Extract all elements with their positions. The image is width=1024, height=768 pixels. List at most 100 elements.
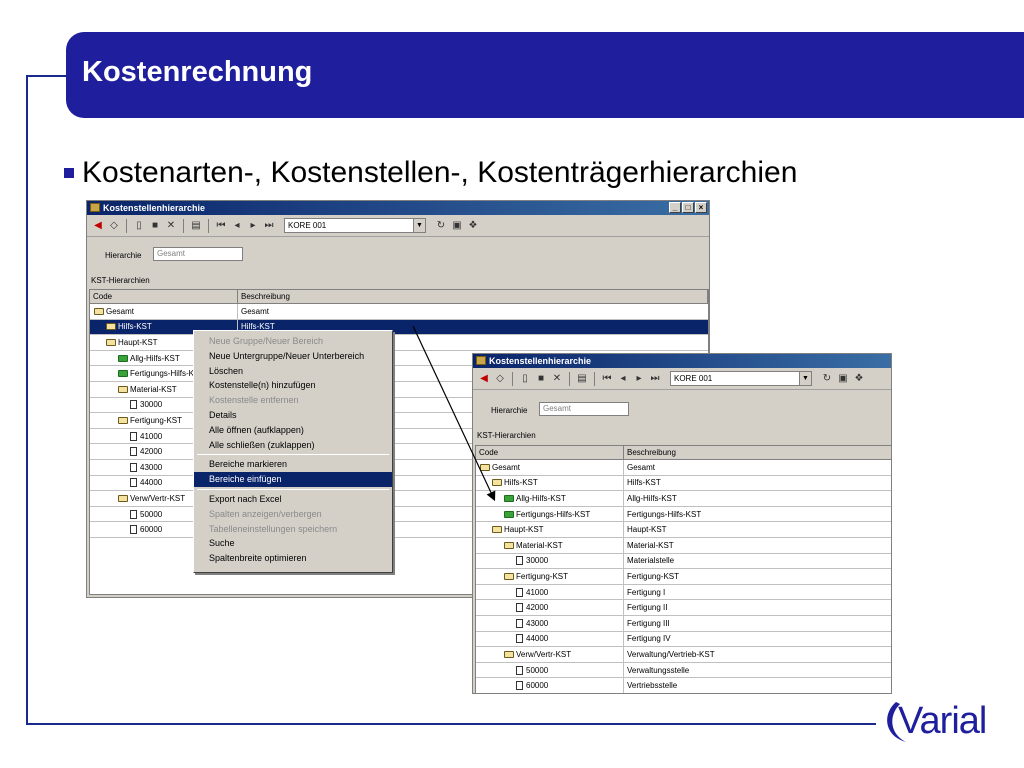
window-hierarchy-2: Kostenstellenhierarchie ◀ ◇ ▯ ■ ✕ ▤ ⏮ ◂ … <box>472 353 892 694</box>
cell-code-text: 42000 <box>140 447 163 457</box>
back-arrow-icon[interactable]: ◀ <box>91 219 105 233</box>
minimize-button[interactable]: _ <box>669 202 681 213</box>
delete-icon[interactable]: ✕ <box>164 219 178 233</box>
cell-description: Gesamt <box>627 462 656 472</box>
menu-item-add-cost-center[interactable]: Kostenstelle(n) hinzufügen <box>194 378 392 393</box>
toolbar: ◀ ◇ ▯ ■ ✕ ▤ ⏮ ◂ ▸ ⏭ KORE 001 ▼ ↻ ▣ ❖ <box>473 368 891 390</box>
eraser-icon[interactable]: ◇ <box>107 219 121 233</box>
grid-rows: Gesamt Gesamt Hilfs-KST Hilfs-KST Allg-Hilfs… <box>476 460 891 693</box>
refresh-icon[interactable]: ↻ <box>820 372 834 386</box>
menu-item-expand-all[interactable]: Alle öffnen (aufklappen) <box>194 423 392 438</box>
menu-item-optimize-column-width[interactable]: Spaltenbreite optimieren <box>194 551 392 566</box>
new-document-icon[interactable]: ▯ <box>132 219 146 233</box>
column-header-description[interactable]: Beschreibung <box>624 446 891 459</box>
prev-record-icon[interactable]: ◂ <box>230 219 244 233</box>
tree-icon[interactable]: ❖ <box>466 219 480 233</box>
table-row[interactable]: Haupt-KST <box>90 335 708 351</box>
table-row[interactable]: 43000 Fertigung III <box>476 615 891 632</box>
menu-item-mark-areas[interactable]: Bereiche markieren <box>194 457 392 472</box>
document-icon <box>516 603 523 613</box>
window-title-bar[interactable]: Kostenstellenhierarchie <box>473 354 891 368</box>
folder-icon <box>504 650 514 658</box>
tree-icon[interactable]: ❖ <box>852 372 866 386</box>
table-row[interactable]: 41000 Fertigung I <box>476 584 891 601</box>
section-label: KST-Hierarchien <box>91 276 150 285</box>
chevron-down-icon[interactable]: ▼ <box>799 372 811 385</box>
cell-code-text: Verw/Vertr-KST <box>516 649 572 659</box>
window-title-bar[interactable]: Kostenstellenhierarchie _ □ × <box>87 201 709 215</box>
first-record-icon[interactable]: ⏮ <box>214 219 228 233</box>
table-row[interactable]: 60000 Vertriebsstelle <box>476 678 891 693</box>
table-row[interactable]: Hilfs-KST Hilfs-KST <box>476 475 891 492</box>
menu-item-insert-areas[interactable]: Bereiche einfügen <box>194 472 392 487</box>
document-icon <box>130 462 137 472</box>
menu-item-new-group[interactable]: Neue Gruppe/Neuer Bereich <box>194 334 392 349</box>
close-button[interactable]: × <box>695 202 707 213</box>
cell-code-text: 30000 <box>526 556 549 566</box>
table-row[interactable]: Verw/Vertr-KST Verwaltung/Vertrieb-KST <box>476 647 891 663</box>
print-icon[interactable]: ▤ <box>575 372 589 386</box>
next-record-icon[interactable]: ▸ <box>246 219 260 233</box>
first-record-icon[interactable]: ⏮ <box>600 372 614 386</box>
new-document-icon[interactable]: ▯ <box>518 372 532 386</box>
menu-item-show-hide-columns[interactable]: Spalten anzeigen/verbergen <box>194 507 392 522</box>
toolbar-separator <box>512 371 513 386</box>
table-row[interactable]: Material-KST Material-KST <box>476 537 891 554</box>
document-icon <box>516 681 523 691</box>
company-combo[interactable]: KORE 001 ▼ <box>284 218 426 233</box>
save-icon[interactable]: ■ <box>534 372 548 386</box>
table-row[interactable]: 50000 Verwaltungsstelle <box>476 662 891 679</box>
options-icon[interactable]: ▣ <box>450 219 464 233</box>
table-row[interactable]: 30000 Materialstelle <box>476 553 891 570</box>
cell-code: Verw/Vertr-KST <box>476 647 624 662</box>
slide: Kostenrechnung Kostenarten-, Kostenstell… <box>0 0 1024 768</box>
refresh-icon[interactable]: ↻ <box>434 219 448 233</box>
last-record-icon[interactable]: ⏭ <box>262 219 276 233</box>
menu-item-save-table-settings[interactable]: Tabelleneinstellungen speichern <box>194 522 392 537</box>
document-icon <box>516 587 523 597</box>
cell-code-text: 44000 <box>526 634 549 644</box>
cell-code-text: Gesamt <box>492 462 521 472</box>
menu-item-details[interactable]: Details <box>194 408 392 423</box>
table-row[interactable]: Allg-Hilfs-KST Allg-Hilfs-KST <box>476 491 891 507</box>
table-row[interactable]: Fertigung-KST Fertigung-KST <box>476 569 891 585</box>
table-row[interactable]: 42000 Fertigung II <box>476 600 891 616</box>
table-row[interactable]: 44000 Fertigung IV <box>476 631 891 648</box>
menu-item-search[interactable]: Suche <box>194 536 392 551</box>
chevron-down-icon[interactable]: ▼ <box>413 219 425 232</box>
cell-description: Gesamt <box>241 306 270 316</box>
cell-description: Hilfs-KST <box>627 478 661 488</box>
next-record-icon[interactable]: ▸ <box>632 372 646 386</box>
cell-code-text: 43000 <box>526 618 549 628</box>
save-icon[interactable]: ■ <box>148 219 162 233</box>
column-header-code[interactable]: Code <box>90 290 238 303</box>
cell-description: Haupt-KST <box>627 525 667 535</box>
table-row[interactable]: Fertigungs-Hilfs-KST Fertigungs-Hilfs-KST <box>476 506 891 523</box>
delete-icon[interactable]: ✕ <box>550 372 564 386</box>
hierarchy-field[interactable]: Gesamt <box>539 402 629 416</box>
last-record-icon[interactable]: ⏭ <box>648 372 662 386</box>
menu-item-export-excel[interactable]: Export nach Excel <box>194 492 392 507</box>
cell-description: Fertigung IV <box>627 634 671 644</box>
prev-record-icon[interactable]: ◂ <box>616 372 630 386</box>
menu-item-new-subgroup[interactable]: Neue Untergruppe/Neuer Unterbereich <box>194 349 392 364</box>
options-icon[interactable]: ▣ <box>836 372 850 386</box>
table-row[interactable]: Gesamt Gesamt <box>90 304 708 320</box>
table-row[interactable]: Hilfs-KST Hilfs-KST <box>90 319 708 336</box>
cell-description: Fertigung III <box>627 618 670 628</box>
print-icon[interactable]: ▤ <box>189 219 203 233</box>
menu-item-remove-cost-center[interactable]: Kostenstelle entfernen <box>194 393 392 408</box>
folder-icon <box>504 541 514 549</box>
table-row[interactable]: Gesamt Gesamt <box>476 460 891 476</box>
hierarchy-field[interactable]: Gesamt <box>153 247 243 261</box>
table-row[interactable]: Haupt-KST Haupt-KST <box>476 522 891 538</box>
company-combo[interactable]: KORE 001 ▼ <box>670 371 812 386</box>
column-header-code[interactable]: Code <box>476 446 624 459</box>
menu-item-delete[interactable]: Löschen <box>194 364 392 379</box>
column-header-description[interactable]: Beschreibung <box>238 290 708 303</box>
cell-code-text: Fertigungs-Hilfs-KS <box>130 369 200 379</box>
maximize-button[interactable]: □ <box>682 202 694 213</box>
back-arrow-icon[interactable]: ◀ <box>477 372 491 386</box>
eraser-icon[interactable]: ◇ <box>493 372 507 386</box>
menu-item-collapse-all[interactable]: Alle schließen (zuklappen) <box>194 438 392 453</box>
